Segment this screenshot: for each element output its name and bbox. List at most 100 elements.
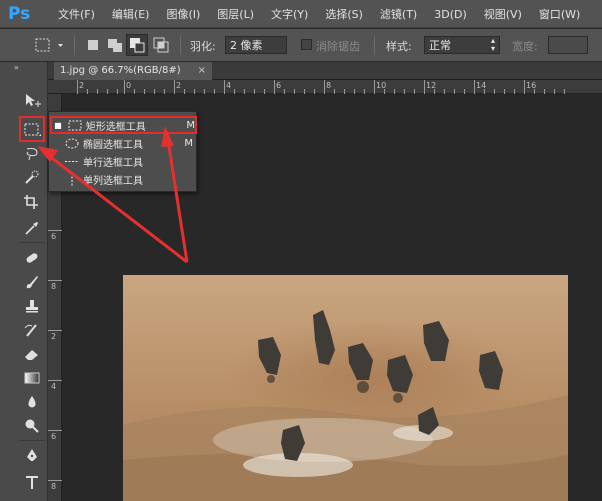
subtract-from-selection-button[interactable] <box>126 34 148 56</box>
antialias-checkbox[interactable] <box>301 39 312 50</box>
lasso-tool[interactable] <box>19 144 45 164</box>
intersect-selection-button[interactable] <box>150 34 172 56</box>
feather-input[interactable]: 2 像素 <box>225 36 287 54</box>
eraser-tool[interactable] <box>19 344 45 364</box>
type-icon <box>26 476 38 489</box>
flyout-item-rect-marquee[interactable]: ■ 矩形选框工具 M <box>50 116 197 134</box>
brush-tool[interactable] <box>19 272 45 292</box>
type-tool[interactable] <box>19 472 45 492</box>
menu-edit[interactable]: 编辑(E) <box>112 6 150 22</box>
flyout-item-label: 单列选框工具 <box>83 176 143 187</box>
menu-view[interactable]: 视图(V) <box>484 6 522 22</box>
menu-window[interactable]: 窗口(W) <box>539 6 580 22</box>
ruler-minor-tick <box>544 89 545 94</box>
ruler-minor-tick <box>444 89 445 94</box>
menu-select[interactable]: 选择(S) <box>325 6 363 22</box>
ruler-minor-tick <box>364 89 365 94</box>
menu-bar: Ps 文件(F) 编辑(E) 图像(I) 图层(L) 文字(Y) 选择(S) 滤… <box>0 0 602 28</box>
ruler-minor-tick <box>254 89 255 94</box>
quick-selection-tool[interactable] <box>19 168 45 188</box>
menu-type[interactable]: 文字(Y) <box>271 6 308 22</box>
ruler-minor-tick <box>107 89 108 94</box>
flyout-item-single-column-marquee[interactable]: 单列选框工具 <box>49 171 196 188</box>
ruler-minor-tick <box>504 89 505 94</box>
ruler-minor-tick <box>554 89 555 94</box>
pen-tool[interactable] <box>19 446 45 466</box>
menu-3d[interactable]: 3D(D) <box>434 8 467 21</box>
marquee-tool-flyout: ■ 矩形选框工具 M 椭圆选框工具 M 单行选框工具 单列选框工具 <box>48 111 197 192</box>
eraser-icon <box>25 350 38 360</box>
ruler-tick-label: 2 <box>79 81 85 90</box>
blur-tool[interactable] <box>19 392 45 412</box>
eyedropper-icon <box>25 222 38 235</box>
ruler-tick <box>524 80 525 94</box>
ruler-tick-label: 2 <box>51 332 57 341</box>
ruler-minor-tick <box>304 89 305 94</box>
ruler-tick <box>77 80 78 94</box>
new-selection-button[interactable] <box>82 34 104 56</box>
ruler-tick-label: 4 <box>226 81 232 90</box>
ellipse-marquee-icon <box>65 138 79 149</box>
rect-marquee-tool[interactable] <box>19 116 45 142</box>
history-brush-icon <box>24 324 37 337</box>
close-tab-icon[interactable]: × <box>198 65 206 76</box>
ruler-tick-label: 6 <box>276 81 282 90</box>
ruler-minor-tick <box>164 89 165 94</box>
ruler-minor-tick <box>194 89 195 94</box>
ruler-minor-tick <box>484 89 485 94</box>
ruler-tick-label: 6 <box>51 432 57 441</box>
ruler-tick-label: 4 <box>51 382 57 391</box>
photoshop-window: Ps 文件(F) 编辑(E) 图像(I) 图层(L) 文字(Y) 选择(S) 滤… <box>0 0 602 501</box>
add-to-selection-button[interactable] <box>104 34 126 56</box>
document-tab[interactable]: 1.jpg @ 66.7%(RGB/8#) × <box>54 62 212 80</box>
menu-layer[interactable]: 图层(L) <box>217 6 254 22</box>
flyout-item-label: 椭圆选框工具 <box>83 140 143 151</box>
menu-filter[interactable]: 滤镜(T) <box>380 6 417 22</box>
ruler-tick <box>48 480 62 481</box>
clone-stamp-tool[interactable] <box>19 296 45 316</box>
single-column-marquee-icon <box>71 173 73 186</box>
collapse-toolbox-icon[interactable]: » <box>14 63 19 72</box>
toolbox: » <box>0 62 48 501</box>
crop-tool[interactable] <box>19 192 45 212</box>
healing-brush-tool[interactable] <box>19 248 45 268</box>
blur-icon <box>28 396 36 408</box>
width-input[interactable] <box>548 36 588 54</box>
eyedropper-tool[interactable] <box>19 218 45 238</box>
clone-stamp-icon <box>26 300 38 313</box>
ps-logo: Ps <box>8 4 31 24</box>
ruler-tick <box>48 380 62 381</box>
history-brush-tool[interactable] <box>19 320 45 340</box>
healing-brush-icon <box>26 253 38 263</box>
flyout-item-single-row-marquee[interactable]: 单行选框工具 <box>49 153 196 170</box>
menu-image[interactable]: 图像(I) <box>166 6 200 22</box>
ruler-minor-tick <box>334 89 335 94</box>
ruler-minor-tick <box>87 89 88 94</box>
updown-arrow-icon: ▴ ▾ <box>490 36 495 53</box>
ruler-tick-label: 8 <box>51 482 57 491</box>
ruler-minor-tick <box>144 89 145 94</box>
rect-marquee-icon <box>24 123 41 136</box>
flyout-item-ellipse-marquee[interactable]: 椭圆选框工具 M <box>49 135 196 152</box>
ruler-minor-tick <box>464 89 465 94</box>
menu-file[interactable]: 文件(F) <box>58 6 95 22</box>
style-select[interactable]: 正常 ▴ ▾ <box>424 36 500 54</box>
dodge-icon <box>25 419 39 433</box>
rect-marquee-preset-icon <box>35 38 63 52</box>
tool-preset-picker[interactable] <box>32 35 68 55</box>
ruler-tick-label: 2 <box>176 81 182 90</box>
ruler-tick-label: 0 <box>126 81 132 90</box>
ruler-minor-tick <box>184 89 185 94</box>
document-tab-title: 1.jpg @ 66.7%(RGB/8#) <box>60 65 181 76</box>
horizontal-ruler: 2 0 2 4 6 8 10 12 14 16 <box>48 80 602 94</box>
ruler-minor-tick <box>404 89 405 94</box>
wildebeest-river-photo <box>123 275 568 501</box>
gradient-tool[interactable] <box>19 368 45 388</box>
move-tool[interactable] <box>19 90 45 110</box>
document-tab-bar: 1.jpg @ 66.7%(RGB/8#) × <box>48 62 602 80</box>
ruler-tick <box>124 80 125 94</box>
ruler-tick <box>48 330 62 331</box>
dodge-tool[interactable] <box>19 416 45 436</box>
ruler-tick <box>374 80 375 94</box>
toolbox-separator <box>19 440 45 441</box>
